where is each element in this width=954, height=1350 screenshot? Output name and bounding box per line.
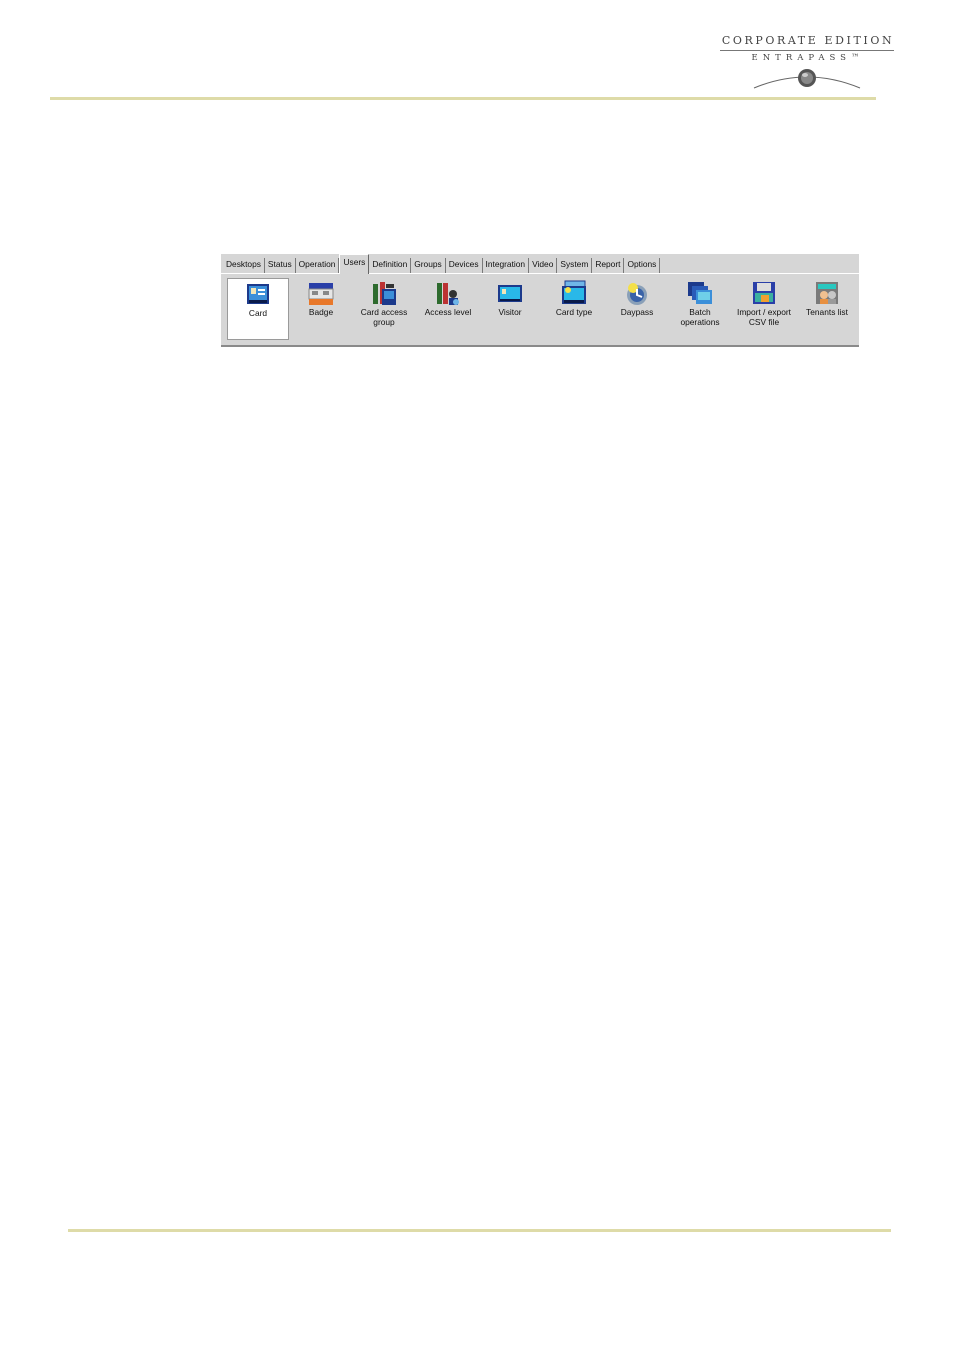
tab-devices[interactable]: Devices (446, 258, 483, 273)
tab-groups[interactable]: Groups (411, 258, 446, 273)
tab-options[interactable]: Options (624, 258, 661, 273)
footer-divider (68, 1229, 891, 1232)
toolbar-button-daypass[interactable]: Daypass (606, 278, 668, 340)
toolbar-button-label: Visitor (498, 307, 522, 317)
import-export-csv-icon (753, 282, 775, 304)
tab-definition[interactable]: Definition (369, 258, 412, 273)
toolbar-items: Card Badge Card access group Access level Vi… (227, 278, 857, 340)
users-toolbar-screenshot: Desktops Status Operation Users Definition Gr… (221, 254, 859, 347)
toolbar-button-card-type[interactable]: Card type (543, 278, 605, 340)
logo-rule (720, 50, 894, 51)
logo-line-corporate-edition: CORPORATE EDITION (721, 34, 895, 47)
toolbar-button-visitor[interactable]: Visitor (479, 278, 541, 340)
toolbar-button-label: Card type (555, 307, 593, 317)
logo-line-entrapass: ENTRAPASS™ (751, 53, 865, 63)
toolbar-button-label: Batch operations (680, 307, 720, 327)
tab-operation[interactable]: Operation (296, 258, 340, 273)
toolbar-button-label: Card access group (360, 307, 408, 327)
logo-emblem-icon (753, 69, 861, 89)
toolbar-button-label: Badge (308, 307, 334, 317)
card-access-group-icon (373, 282, 396, 305)
daypass-icon (627, 283, 647, 305)
tab-row: Desktops Status Operation Users Definition Gr… (221, 254, 859, 274)
tenants-list-icon (816, 282, 838, 304)
badge-icon (308, 283, 334, 305)
batch-operations-icon (688, 282, 712, 304)
toolbar-button-label: Tenants list (806, 307, 848, 317)
entrapass-logo: CORPORATE EDITION ENTRAPASS™ (714, 34, 898, 94)
tab-status[interactable]: Status (265, 258, 296, 273)
toolbar-button-badge[interactable]: Badge (290, 278, 352, 340)
toolbar-button-tenants-list[interactable]: Tenants list (796, 278, 858, 340)
toolbar-button-batch-operations[interactable]: Batch operations (669, 278, 731, 340)
toolbar-button-label: Import / export CSV file (737, 307, 791, 327)
visitor-icon (498, 285, 522, 302)
toolbar-button-card[interactable]: Card (227, 278, 289, 340)
tab-desktops[interactable]: Desktops (223, 258, 265, 273)
toolbar-button-label: Daypass (620, 307, 654, 317)
toolbar-button-card-access-group[interactable]: Card access group (353, 278, 415, 340)
tab-system[interactable]: System (557, 258, 593, 273)
tab-integration[interactable]: Integration (483, 258, 530, 273)
tab-users[interactable]: Users (339, 254, 370, 274)
toolbar-button-label: Card (248, 308, 268, 318)
card-type-icon (562, 280, 586, 304)
toolbar-button-access-level[interactable]: Access level (417, 278, 479, 340)
header-divider (50, 97, 876, 100)
toolbar-button-import-export-csv-file[interactable]: Import / export CSV file (733, 278, 795, 340)
tab-report[interactable]: Report (592, 258, 625, 273)
toolbar-button-label: Access level (424, 307, 472, 317)
card-icon (247, 284, 269, 304)
tab-video[interactable]: Video (529, 258, 558, 273)
access-level-icon (437, 283, 459, 305)
